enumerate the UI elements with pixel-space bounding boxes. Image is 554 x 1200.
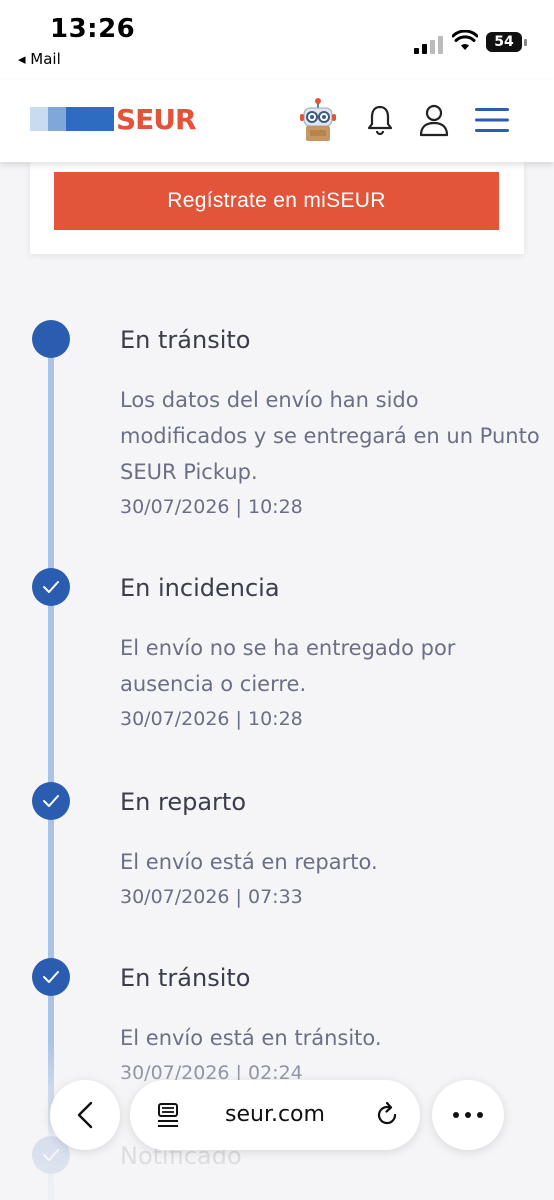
reload-icon[interactable] (374, 1102, 400, 1128)
event-title: En reparto (120, 788, 247, 816)
event-description: El envío está en tránsito. (120, 1026, 382, 1050)
menu-icon[interactable] (470, 98, 514, 142)
check-icon (32, 782, 70, 820)
bell-icon[interactable] (358, 98, 402, 142)
event-description: Los datos del envío han sido modificados… (120, 388, 540, 484)
event-date: 30/07/2026 | 10:28 (120, 496, 303, 518)
back-to-mail-link[interactable]: ◂ Mail (18, 50, 61, 68)
event-title: En tránsito (120, 326, 251, 354)
event-title: En incidencia (120, 574, 280, 602)
status-bar: 13:26 ◂ Mail 54 (0, 0, 554, 80)
event-date: 30/07/2026 | 10:28 (120, 708, 303, 730)
timeline-current-node (32, 320, 70, 358)
chevron-left-icon (77, 1101, 93, 1129)
status-time: 13:26 (50, 14, 136, 44)
check-icon (32, 568, 70, 606)
event-date: 30/07/2026 | 07:33 (120, 886, 303, 908)
url-text: seur.com (225, 1102, 325, 1127)
site-header: SEUR (0, 80, 554, 162)
logo-text: SEUR (116, 102, 197, 136)
more-options-button[interactable] (432, 1080, 504, 1150)
cellular-signal-icon (414, 34, 444, 54)
event-description: El envío está en reparto. (120, 850, 378, 874)
page-menu-icon[interactable] (156, 1102, 180, 1128)
address-bar[interactable]: seur.com (130, 1080, 420, 1150)
register-card: Regístrate en miSEUR (30, 162, 524, 254)
battery-indicator: 54 (486, 32, 527, 52)
user-icon[interactable] (412, 98, 456, 142)
event-title: En tránsito (120, 964, 251, 992)
robot-assistant-icon[interactable] (296, 98, 340, 142)
seur-logo[interactable]: SEUR (30, 103, 197, 136)
check-icon (32, 958, 70, 996)
timeline-line (48, 340, 54, 1200)
browser-back-button[interactable] (50, 1080, 120, 1150)
wifi-icon (452, 30, 478, 50)
register-miseur-button[interactable]: Regístrate en miSEUR (54, 172, 499, 230)
event-description: El envío no se ha entregado por ausencia… (120, 636, 456, 696)
ellipsis-icon (453, 1112, 483, 1118)
